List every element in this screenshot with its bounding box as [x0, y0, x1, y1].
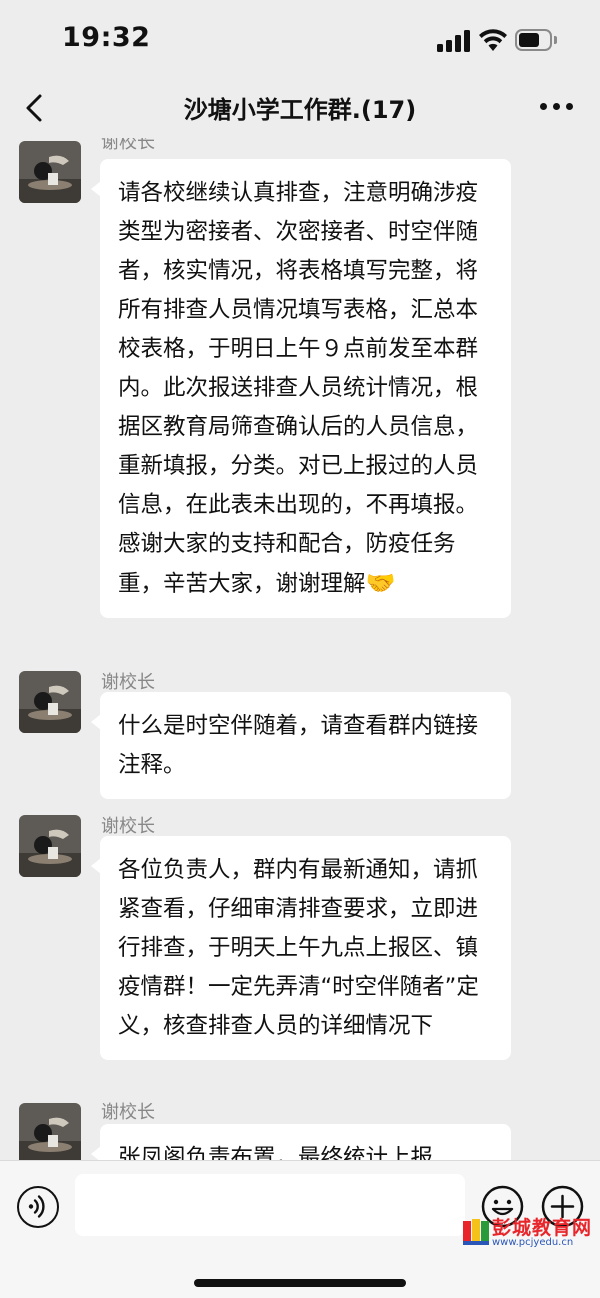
avatar[interactable] [19, 671, 81, 733]
book-logo-icon [463, 1219, 489, 1245]
message-text: 什么是时空伴随着，请查看群内链接注释。 [118, 713, 479, 778]
message-input-bar: 彭城教育网 www.pcjyedu.cn [0, 1160, 600, 1298]
status-bar: 19:32 [0, 0, 600, 78]
avatar[interactable] [19, 141, 81, 203]
message-bubble[interactable]: 请各校继续认真排查，注意明确涉疫类型为密接者、次密接者、时空伴随者，核实情况，将… [91, 159, 511, 618]
watermark-name: 彭城教育网 [492, 1217, 593, 1239]
chat-title: 沙塘小学工作群.(17) [183, 96, 417, 124]
voice-icon [28, 1195, 45, 1218]
watermark: 彭城教育网 www.pcjyedu.cn [462, 1213, 592, 1249]
message-bubble[interactable]: 什么是时空伴随着，请查看群内链接注释。 [91, 692, 511, 799]
sender-name: 谢校长 [101, 1102, 155, 1123]
avatar[interactable] [19, 815, 81, 877]
chat-message-list[interactable]: 谢校长 请各校继续认真排查，注意明确涉疫类型为密接者、次密接者、时空伴随者，核实… [0, 138, 600, 1160]
avatar[interactable] [19, 1103, 81, 1160]
watermark-url: www.pcjyedu.cn [492, 1237, 574, 1248]
wifi-icon [479, 29, 507, 51]
home-indicator[interactable] [194, 1279, 406, 1287]
status-time: 19:32 [62, 22, 151, 53]
more-options-icon[interactable] [540, 103, 574, 111]
sender-name: 谢校长 [101, 816, 155, 837]
battery-icon [515, 29, 557, 51]
cellular-signal-icon [437, 30, 471, 52]
message-text: 各位负责人，群内有最新通知，请抓紧查看，仔细审清排查要求，立即进行排查，于明天上… [118, 857, 479, 1039]
handshake-emoji: 🤝 [365, 569, 396, 597]
message-bubble[interactable]: 各位负责人，群内有最新通知，请抓紧查看，仔细审清排查要求，立即进行排查，于明天上… [91, 836, 511, 1060]
sender-name: 谢校长 [101, 672, 155, 693]
sender-name: 谢校长 [101, 138, 155, 153]
voice-input-button[interactable] [17, 1186, 59, 1228]
message-text: 请各校继续认真排查，注意明确涉疫类型为密接者、次密接者、时空伴随者，核实情况，将… [118, 180, 479, 597]
message-text: 张凤阁负责布置，最终统计上报 [118, 1145, 434, 1160]
message-bubble[interactable]: 张凤阁负责布置，最终统计上报 [91, 1124, 511, 1160]
navigation-bar: 沙塘小学工作群.(17) [0, 78, 600, 138]
message-text-input[interactable] [75, 1174, 465, 1236]
